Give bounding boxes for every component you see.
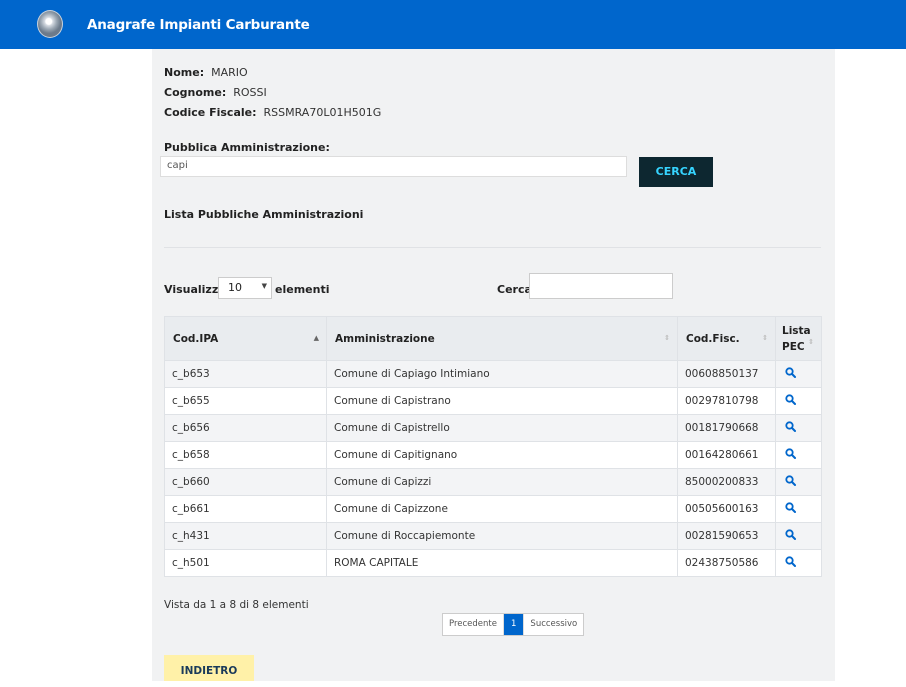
sort-icon: ⇕ bbox=[808, 338, 814, 346]
pagination: Precedente 1 Successivo bbox=[442, 613, 585, 636]
pa-label: Pubblica Amministrazione: bbox=[164, 141, 330, 154]
indietro-button[interactable]: INDIETRO bbox=[164, 655, 254, 681]
page-1-button[interactable]: 1 bbox=[504, 614, 524, 635]
cell-cod-ipa: c_b661 bbox=[164, 495, 327, 523]
cf-label: Codice Fiscale bbox=[164, 106, 253, 119]
cell-cod-fisc: 00505600163 bbox=[677, 495, 776, 523]
search-icon[interactable] bbox=[785, 502, 796, 513]
app-title[interactable]: Anagrafe Impianti Carburante bbox=[87, 17, 310, 33]
cf-value: RSSMRA70L01H501G bbox=[263, 106, 382, 119]
cell-lista-pec bbox=[775, 387, 822, 415]
cell-amministrazione: Comune di Capiago Intimiano bbox=[326, 360, 678, 388]
divider bbox=[164, 247, 821, 248]
page-size-value: 10 bbox=[228, 281, 242, 294]
cell-cod-ipa: c_h431 bbox=[164, 522, 327, 550]
cognome-value: ROSSI bbox=[233, 86, 267, 99]
user-cognome: Cognome: ROSSI bbox=[164, 86, 267, 99]
cell-cod-ipa: c_h501 bbox=[164, 549, 327, 577]
pa-search-input[interactable]: capi bbox=[160, 156, 627, 177]
sort-icon: ⇕ bbox=[762, 334, 768, 342]
prev-page-button[interactable]: Precedente bbox=[443, 614, 504, 635]
cell-cod-fisc: 02438750586 bbox=[677, 549, 776, 577]
next-page-button[interactable]: Successivo bbox=[523, 614, 583, 635]
cerca-button[interactable]: CERCA bbox=[639, 157, 713, 187]
cell-cod-fisc: 00164280661 bbox=[677, 441, 776, 469]
search-icon[interactable] bbox=[785, 475, 796, 486]
sort-asc-icon: ▲ bbox=[313, 334, 319, 342]
items-label: elementi bbox=[275, 283, 330, 296]
cell-cod-fisc: 00297810798 bbox=[677, 387, 776, 415]
cell-cod-ipa: c_b655 bbox=[164, 387, 327, 415]
search-icon[interactable] bbox=[785, 367, 796, 378]
cell-cod-ipa: c_b660 bbox=[164, 468, 327, 496]
cell-lista-pec bbox=[775, 441, 822, 469]
top-bar: Anagrafe Impianti Carburante bbox=[0, 0, 906, 49]
cell-cod-ipa: c_b658 bbox=[164, 441, 327, 469]
cognome-label: Cognome bbox=[164, 86, 222, 99]
cell-cod-fisc: 00181790668 bbox=[677, 414, 776, 442]
caret-down-icon: ▼ bbox=[261, 282, 267, 290]
cell-amministrazione: Comune di Capistrello bbox=[326, 414, 678, 442]
search-icon[interactable] bbox=[785, 394, 796, 405]
col-header-amministrazione[interactable]: Amministrazione ⇕ bbox=[326, 316, 678, 361]
cell-lista-pec bbox=[775, 468, 822, 496]
table-row: c_b653 Comune di Capiago Intimiano 0060885… bbox=[164, 360, 822, 388]
search-icon[interactable] bbox=[785, 448, 796, 459]
page-size-select[interactable]: 10 ▼ bbox=[218, 277, 272, 299]
pa-table: Cod.IPA ▲ Amministrazione ⇕ Cod.Fisc. ⇕ Lis… bbox=[164, 316, 822, 577]
col-header-codfisc[interactable]: Cod.Fisc. ⇕ bbox=[677, 316, 776, 361]
show-label: Visualizza bbox=[164, 283, 226, 296]
user-nome: Nome: MARIO bbox=[164, 66, 248, 79]
search-icon[interactable] bbox=[785, 421, 796, 432]
cell-lista-pec bbox=[775, 495, 822, 523]
user-codice-fiscale: Codice Fiscale: RSSMRA70L01H501G bbox=[164, 106, 382, 119]
table-row: c_h501 ROMA CAPITALE 02438750586 bbox=[164, 549, 822, 577]
table-row: c_b655 Comune di Capistrano 00297810798 bbox=[164, 387, 822, 415]
search-icon[interactable] bbox=[785, 529, 796, 540]
cell-cod-fisc: 00281590653 bbox=[677, 522, 776, 550]
table-row: c_h431 Comune di Roccapiemonte 00281590653 bbox=[164, 522, 822, 550]
table-row: c_b656 Comune di Capistrello 00181790668 bbox=[164, 414, 822, 442]
nome-value: MARIO bbox=[211, 66, 248, 79]
cell-lista-pec bbox=[775, 522, 822, 550]
cell-amministrazione: Comune di Capizzone bbox=[326, 495, 678, 523]
republic-emblem-icon bbox=[37, 10, 63, 38]
nome-label: Nome bbox=[164, 66, 200, 79]
cell-lista-pec bbox=[775, 360, 822, 388]
table-filter-input[interactable] bbox=[529, 273, 673, 299]
table-summary: Vista da 1 a 8 di 8 elementi bbox=[164, 599, 309, 611]
cell-lista-pec bbox=[775, 549, 822, 577]
table-row: c_b658 Comune di Capitignano 00164280661 bbox=[164, 441, 822, 469]
cell-cod-fisc: 00608850137 bbox=[677, 360, 776, 388]
table-row: c_b660 Comune di Capizzi 85000200833 bbox=[164, 468, 822, 496]
cell-amministrazione: Comune di Capistrano bbox=[326, 387, 678, 415]
col-header-lista-pec[interactable]: Lista PEC ⇕ bbox=[775, 316, 822, 361]
table-header-row: Cod.IPA ▲ Amministrazione ⇕ Cod.Fisc. ⇕ Lis… bbox=[164, 316, 822, 361]
cell-amministrazione: Comune di Capizzi bbox=[326, 468, 678, 496]
cell-amministrazione: ROMA CAPITALE bbox=[326, 549, 678, 577]
cell-cod-ipa: c_b656 bbox=[164, 414, 327, 442]
cell-cod-ipa: c_b653 bbox=[164, 360, 327, 388]
col-header-codipa[interactable]: Cod.IPA ▲ bbox=[164, 316, 327, 361]
sort-icon: ⇕ bbox=[664, 334, 670, 342]
cell-amministrazione: Comune di Capitignano bbox=[326, 441, 678, 469]
search-icon[interactable] bbox=[785, 556, 796, 567]
cell-cod-fisc: 85000200833 bbox=[677, 468, 776, 496]
list-title: Lista Pubbliche Amministrazioni bbox=[164, 208, 364, 221]
cell-lista-pec bbox=[775, 414, 822, 442]
cell-amministrazione: Comune di Roccapiemonte bbox=[326, 522, 678, 550]
table-row: c_b661 Comune di Capizzone 00505600163 bbox=[164, 495, 822, 523]
